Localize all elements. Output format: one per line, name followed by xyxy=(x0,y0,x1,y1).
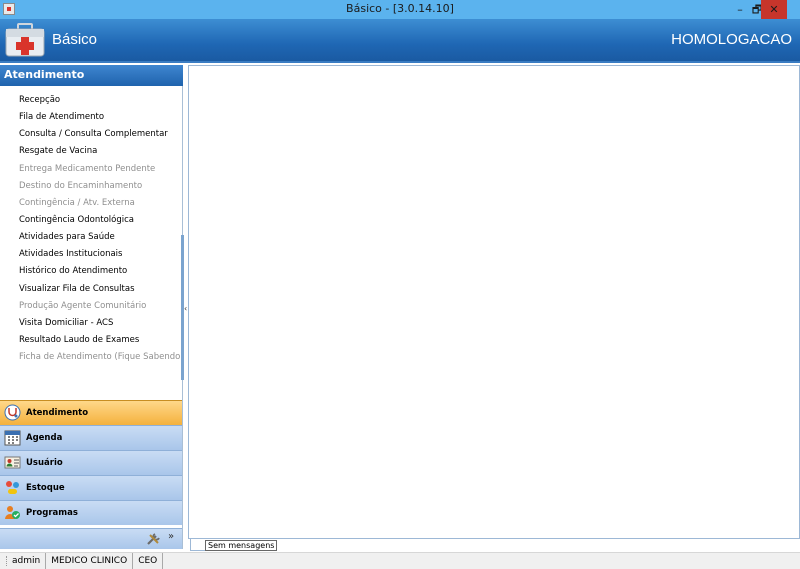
nav-label: Programas xyxy=(26,508,78,518)
sidebar-menu-item[interactable]: Resgate de Vacina xyxy=(0,143,182,160)
sidebar-menu-item[interactable]: Histórico do Atendimento xyxy=(0,263,182,280)
nav-atendimento[interactable]: Atendimento xyxy=(0,400,182,425)
nav-estoque[interactable]: Estoque xyxy=(0,475,182,500)
close-button[interactable]: ✕ xyxy=(761,0,787,19)
nav-footer: » xyxy=(0,528,182,549)
sidebar-menu-item[interactable]: Visita Domiciliar - ACS xyxy=(0,315,182,332)
message-tab-corner xyxy=(190,538,206,551)
first-aid-kit-icon xyxy=(5,23,45,57)
sidebar-menu-item[interactable]: Entrega Medicamento Pendente xyxy=(0,161,182,178)
sidebar-menu: Recepção Fila de Atendimento Consulta / Co… xyxy=(0,92,184,366)
nav-label: Estoque xyxy=(26,483,65,493)
tools-icon[interactable] xyxy=(146,532,162,546)
user-card-icon xyxy=(4,456,21,469)
status-bar: admin MEDICO CLINICO CEO xyxy=(0,552,800,569)
nav-programas[interactable]: Programas xyxy=(0,500,182,525)
sidebar-menu-item[interactable]: Destino do Encaminhamento xyxy=(0,178,182,195)
sidebar-section-title: Atendimento xyxy=(0,65,183,86)
environment-label: HOMOLOGACAO xyxy=(671,31,792,48)
nav-agenda[interactable]: Agenda xyxy=(0,425,182,450)
app-name: Básico xyxy=(52,31,98,48)
nav-label: Usuário xyxy=(26,458,63,468)
nav-usuario[interactable]: Usuário xyxy=(0,450,182,475)
calendar-icon xyxy=(4,430,21,446)
app-header: Básico HOMOLOGACAO xyxy=(0,19,800,63)
sidebar-collapse-arrow-icon[interactable]: ‹ xyxy=(184,304,187,313)
sidebar-menu-item[interactable]: Atividades Institucionais xyxy=(0,246,182,263)
sidebar-menu-item[interactable]: Contingência / Atv. Externa xyxy=(0,195,182,212)
main-content-area xyxy=(188,65,800,539)
sidebar-menu-item[interactable]: Contingência Odontológica xyxy=(0,212,182,229)
sidebar-menu-item[interactable]: Ficha de Atendimento (Fique Sabendo) xyxy=(0,349,184,366)
status-role: MEDICO CLINICO xyxy=(46,553,134,569)
sidebar-menu-item[interactable]: Visualizar Fila de Consultas xyxy=(0,281,182,298)
sidebar: Atendimento Recepção Fila de Atendimento C… xyxy=(0,65,184,549)
sidebar-menu-item[interactable]: Atividades para Saúde xyxy=(0,229,182,246)
stock-pills-icon xyxy=(6,481,19,494)
nav-expand-chevron-icon[interactable]: » xyxy=(168,531,174,542)
status-unit: CEO xyxy=(133,553,164,569)
nav-label: Agenda xyxy=(26,433,63,443)
messages-indicator[interactable]: Sem mensagens xyxy=(205,540,278,551)
window-title: Básico - [3.0.14.10] xyxy=(346,2,454,15)
programs-people-icon xyxy=(5,506,20,519)
sidebar-menu-item[interactable]: Recepção xyxy=(0,92,182,109)
stethoscope-icon xyxy=(4,404,21,421)
nav-label: Atendimento xyxy=(26,408,89,418)
sidebar-menu-item[interactable]: Consulta / Consulta Complementar xyxy=(0,126,182,143)
sidebar-menu-item[interactable]: Fila de Atendimento xyxy=(0,109,182,126)
window-titlebar: Básico - [3.0.14.10] – 🗗 ✕ xyxy=(0,0,800,19)
sidebar-menu-item[interactable]: Produção Agente Comunitário xyxy=(0,298,182,315)
status-user: admin xyxy=(7,553,47,569)
sidebar-menu-item[interactable]: Resultado Laudo de Exames xyxy=(0,332,182,349)
